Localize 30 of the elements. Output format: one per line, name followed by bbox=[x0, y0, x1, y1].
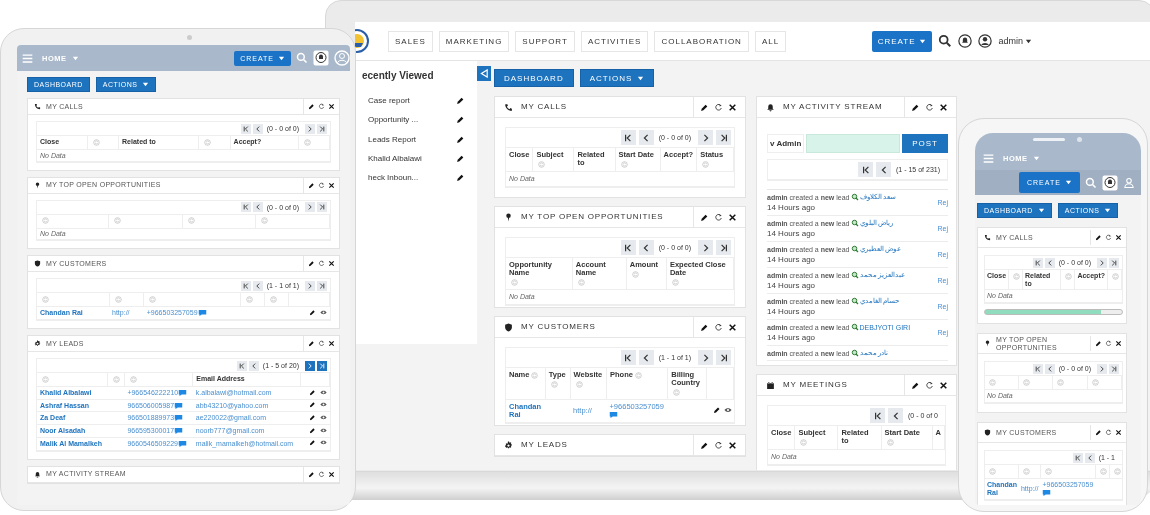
timestamp: 14 Hours ago bbox=[767, 203, 817, 212]
recent-item[interactable]: Khalid Albalawi bbox=[368, 154, 422, 164]
dashlet-title: MY ACTIVITY STREAM bbox=[783, 102, 884, 112]
dashlet-title: MY LEADS bbox=[521, 440, 569, 450]
dashlet-title: MY CUSTOMERS bbox=[521, 322, 597, 332]
nav-tab[interactable]: MARKETING bbox=[438, 30, 510, 52]
dashlet-title: MY MEETINGS bbox=[783, 380, 849, 390]
nav-tab[interactable]: COLLABORATION bbox=[654, 30, 749, 52]
toolbar-button[interactable]: DASHBOARD bbox=[494, 69, 574, 87]
recent-item[interactable]: Case report bbox=[368, 96, 410, 106]
user-menu[interactable]: admin bbox=[998, 36, 1023, 46]
timestamp: 14 Hours ago bbox=[767, 307, 817, 316]
timestamp: 14 Hours ago bbox=[767, 229, 817, 238]
dashlet-title: MY TOP OPEN OPPORTUNITIES bbox=[521, 212, 665, 222]
create-button[interactable]: CREATE bbox=[871, 30, 933, 52]
toolbar-button[interactable]: ACTIONS bbox=[579, 69, 655, 87]
post-label: v Admin bbox=[767, 134, 805, 153]
dashlet-title: MY CALLS bbox=[521, 102, 568, 112]
sidebar-title: ecently Viewed bbox=[362, 70, 435, 81]
timestamp: 14 Hours ago bbox=[767, 281, 817, 290]
nav-tab[interactable]: ACTIVITIES bbox=[580, 30, 649, 52]
nav-tab[interactable]: SALES bbox=[388, 30, 433, 52]
timestamp: 14 Hours ago bbox=[767, 255, 817, 264]
nav-tab[interactable]: ALL bbox=[754, 30, 787, 52]
timestamp: 14 Hours ago bbox=[767, 333, 817, 342]
recent-item[interactable]: heck Inboun... bbox=[368, 173, 419, 183]
nav-tab[interactable]: SUPPORT bbox=[515, 30, 575, 52]
recent-item[interactable]: Leads Report bbox=[368, 134, 417, 144]
recent-item[interactable]: Opportunity ... bbox=[368, 115, 419, 125]
post-button[interactable]: POST bbox=[902, 134, 948, 153]
